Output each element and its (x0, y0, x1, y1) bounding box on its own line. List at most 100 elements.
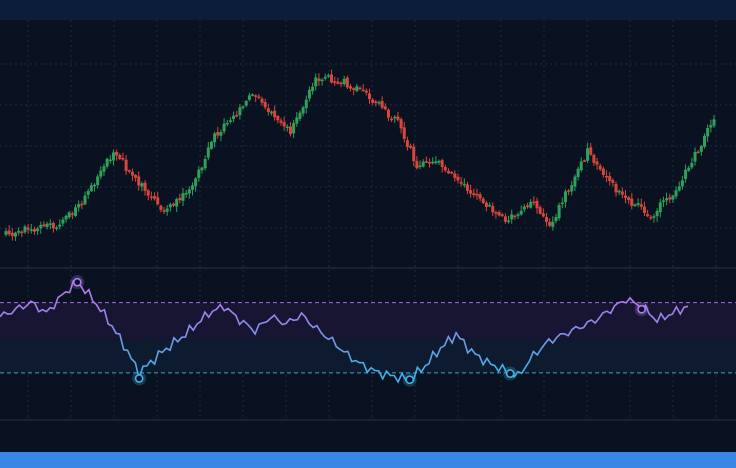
candle (263, 98, 267, 110)
candle (260, 96, 264, 106)
candle-body (96, 176, 100, 186)
candle (658, 198, 662, 218)
candle-body (570, 185, 574, 192)
candle-body (93, 184, 96, 187)
candle-body (111, 152, 115, 161)
candle (314, 73, 318, 91)
candle (693, 147, 697, 166)
candle-body (494, 212, 498, 214)
candle-body (456, 176, 460, 181)
candle (579, 157, 583, 173)
candle (89, 182, 93, 192)
candle (317, 73, 321, 86)
candle-body (336, 81, 340, 84)
candle (83, 191, 87, 206)
candle (428, 158, 432, 168)
candle-body (149, 196, 153, 198)
candle-body (595, 161, 599, 165)
candle (592, 153, 596, 166)
rsi-trough-marker (402, 372, 417, 387)
candle (352, 87, 356, 96)
candle (608, 172, 612, 186)
candle-body (187, 189, 191, 194)
candle (560, 197, 564, 209)
candle-body (222, 123, 226, 132)
candle-body (194, 178, 198, 187)
candle-body (586, 148, 590, 161)
candle (636, 198, 640, 208)
candle-body (127, 170, 131, 172)
candle-body (646, 214, 650, 217)
candle (127, 169, 131, 174)
candle (225, 119, 229, 127)
candle (257, 93, 261, 100)
candle (124, 155, 128, 175)
candle (412, 143, 416, 167)
candle (197, 166, 201, 182)
candle-body (58, 224, 62, 227)
candle-body (516, 214, 520, 216)
candle-body (484, 202, 488, 207)
candle-body (266, 108, 270, 113)
candle-body (579, 161, 583, 171)
candle-body (345, 77, 349, 88)
candle-body (611, 180, 615, 183)
candle-body (32, 229, 36, 232)
candle-body (342, 78, 346, 85)
candle-body (282, 122, 286, 127)
candle-body (405, 140, 409, 147)
candle (443, 164, 447, 173)
candle (295, 112, 299, 127)
candle (162, 207, 166, 215)
candle-body (541, 213, 545, 217)
candle (342, 75, 346, 87)
candle-body (399, 119, 403, 129)
candle-body (228, 120, 232, 122)
candle-body (431, 161, 435, 164)
candle-body (690, 162, 694, 168)
candle (415, 156, 419, 170)
candle-body (74, 207, 78, 217)
candle-body (440, 160, 444, 168)
candle (462, 178, 466, 188)
candle (396, 112, 400, 122)
candle-body (184, 192, 188, 195)
candle-body (295, 117, 299, 124)
candle-body (67, 212, 71, 218)
candle (153, 192, 157, 201)
candle (484, 200, 488, 212)
candle (111, 149, 115, 166)
candle-body (102, 166, 106, 172)
candle-body (598, 165, 602, 170)
candle-body (7, 230, 11, 235)
candle-body (712, 119, 716, 126)
rsi-background (0, 302, 736, 374)
candle-body (658, 202, 662, 213)
candle (402, 121, 406, 143)
candle-body (364, 90, 368, 93)
candle-body (693, 151, 697, 162)
candle-body (443, 166, 447, 171)
candle-body (589, 147, 593, 155)
candle-body (26, 227, 30, 230)
candle (51, 221, 55, 233)
candle-body (219, 132, 223, 136)
candle-body (630, 198, 634, 206)
candle-body (314, 77, 318, 87)
candle-body (424, 161, 428, 163)
candle (399, 117, 403, 134)
candle (203, 155, 207, 171)
candle (563, 189, 567, 208)
candle (405, 136, 409, 151)
candle (190, 182, 194, 196)
candle (168, 202, 172, 212)
candle-body (153, 196, 157, 199)
candle (42, 221, 46, 228)
candle-body (238, 107, 242, 116)
candle-body (108, 159, 112, 162)
candle-body (576, 168, 580, 177)
candle-body (213, 133, 217, 143)
candle-body (172, 203, 176, 206)
candle (213, 131, 217, 148)
candle (532, 196, 536, 206)
